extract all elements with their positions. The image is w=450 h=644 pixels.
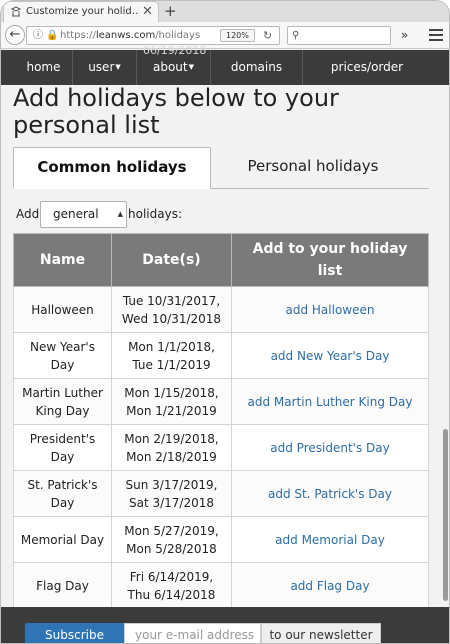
holiday-dates-cell: Mon 1/1/2018, Tue 1/1/2019 bbox=[111, 332, 232, 379]
page-scrollbar[interactable] bbox=[441, 85, 449, 607]
holiday-name-cell: Martin Luther King Day bbox=[13, 378, 112, 425]
holiday-dates-cell: Mon 1/15/2018, Mon 1/21/2019 bbox=[111, 378, 232, 425]
add-label: Add bbox=[16, 207, 40, 221]
holidays-table: Name Date(s) Add to your holiday list Ha… bbox=[13, 233, 429, 607]
holiday-date: Mon 1/15/2018, bbox=[124, 385, 219, 400]
holiday-name-cell: Memorial Day bbox=[13, 516, 112, 563]
page-title: Add holidays below to your personal list bbox=[13, 85, 339, 139]
nav-home-label: home bbox=[26, 60, 61, 74]
nav-home[interactable]: home bbox=[15, 50, 73, 85]
column-header-add: Add to your holiday list bbox=[231, 233, 429, 287]
holiday-name-cell: St. Patrick's Day bbox=[13, 470, 112, 517]
overflow-chevron-icon[interactable]: » bbox=[401, 26, 408, 44]
holiday-date: Wed 10/31/2018 bbox=[121, 311, 222, 326]
holiday-name-cell: Halloween bbox=[13, 286, 112, 333]
navigation-toolbar: ← ⓘ 🔒 https://leanws.com/holidays 120% ↻… bbox=[1, 22, 449, 49]
tab-personal-holidays[interactable]: Personal holidays bbox=[213, 147, 413, 189]
holiday-name-cell: Flag Day bbox=[13, 562, 112, 607]
browser-window: Customize your holid… ✕ + ← ⓘ 🔒 https://… bbox=[0, 0, 450, 644]
reload-icon[interactable]: ↻ bbox=[263, 27, 272, 44]
holiday-date: Mon 2/19/2018, bbox=[124, 431, 219, 446]
add-holiday-link[interactable]: add Martin Luther King Day bbox=[231, 378, 429, 425]
nav-user-label: user bbox=[88, 60, 115, 74]
new-tab-icon[interactable]: + bbox=[164, 1, 177, 22]
column-header-dates: Date(s) bbox=[111, 233, 232, 287]
table-row: Memorial Day Mon 5/27/2019, Mon 5/28/2018 a… bbox=[13, 516, 429, 563]
add-holiday-link[interactable]: add Memorial Day bbox=[231, 516, 429, 563]
nav-domains[interactable]: domains bbox=[211, 50, 303, 85]
table-row: Flag Day Fri 6/14/2019, Thu 6/14/2018 add F… bbox=[13, 562, 429, 607]
holiday-dates-cell: Tue 10/31/2017, Wed 10/31/2018 bbox=[111, 286, 232, 333]
holiday-date: Thu 6/14/2018 bbox=[127, 587, 216, 602]
caret-down-icon: ▼ bbox=[115, 63, 121, 71]
add-holiday-link[interactable]: add President's Day bbox=[231, 424, 429, 471]
hamburger-menu-icon[interactable] bbox=[429, 26, 443, 44]
close-tab-icon[interactable]: ✕ bbox=[142, 2, 153, 22]
holidays-label: holidays: bbox=[128, 207, 182, 221]
address-bar[interactable]: ⓘ 🔒 https://leanws.com/holidays 120% ↻ bbox=[26, 26, 280, 45]
nav-prices-label: prices/order bbox=[330, 60, 404, 74]
holiday-name-cell: President's Day bbox=[13, 424, 112, 471]
add-holiday-link[interactable]: add St. Patrick's Day bbox=[231, 470, 429, 517]
holiday-date: Mon 1/1/2018, bbox=[128, 339, 215, 354]
column-header-name: Name bbox=[13, 233, 112, 287]
holiday-tabs: Common holidays Personal holidays bbox=[13, 147, 429, 189]
nav-about[interactable]: about▼ bbox=[137, 50, 211, 85]
back-arrow-icon: ← bbox=[9, 27, 21, 42]
holiday-date: Tue 1/1/2019 bbox=[132, 357, 211, 372]
url-text: https://leanws.com/holidays bbox=[60, 30, 201, 41]
add-holiday-link[interactable]: add Flag Day bbox=[231, 562, 429, 607]
nav-about-label: about bbox=[152, 60, 188, 74]
nav-prices-order[interactable]: prices/order bbox=[303, 50, 431, 85]
main-content: Add holidays below to your personal list… bbox=[1, 85, 449, 607]
browser-tab[interactable]: Customize your holid… ✕ bbox=[3, 1, 159, 22]
subscribe-button[interactable]: Subscribe bbox=[25, 623, 124, 643]
info-icon[interactable]: ⓘ bbox=[33, 27, 43, 44]
holiday-dates-cell: Sun 3/17/2019, Sat 3/17/2018 bbox=[111, 470, 232, 517]
select-value: general bbox=[53, 207, 99, 221]
tab-title: Customize your holid… bbox=[26, 6, 138, 17]
holiday-date: Sat 3/17/2018 bbox=[128, 495, 215, 510]
add-holiday-link[interactable]: add New Year's Day bbox=[231, 332, 429, 379]
table-row: President's Day Mon 2/19/2018, Mon 2/18/20… bbox=[13, 424, 429, 471]
holiday-date: Mon 2/18/2019 bbox=[126, 449, 217, 464]
email-input[interactable]: your e-mail address bbox=[124, 623, 261, 643]
holiday-category-select[interactable]: general ▲▼ bbox=[40, 201, 127, 243]
add-holiday-link[interactable]: add Halloween bbox=[231, 286, 429, 333]
holiday-dates-cell: Fri 6/14/2019, Thu 6/14/2018 bbox=[111, 562, 232, 607]
newsletter-label: to our newsletter bbox=[261, 623, 381, 643]
holiday-date: Sun 3/17/2019, bbox=[125, 477, 218, 492]
scrollbar-thumb[interactable] bbox=[443, 429, 448, 601]
search-bar[interactable]: ⚲ bbox=[287, 26, 391, 45]
tab-strip: Customize your holid… ✕ + bbox=[1, 1, 449, 22]
search-icon: ⚲ bbox=[292, 30, 300, 41]
add-holidays-row: Add general ▲▼ holidays: bbox=[16, 201, 416, 243]
nav-user[interactable]: user▼ bbox=[73, 50, 137, 85]
lock-icon[interactable]: 🔒 bbox=[46, 27, 58, 44]
table-header-row: Name Date(s) Add to your holiday list bbox=[13, 233, 429, 287]
zoom-indicator[interactable]: 120% bbox=[220, 29, 255, 42]
holiday-date: Mon 5/28/2018 bbox=[126, 541, 217, 556]
holiday-date: Tue 10/31/2017, bbox=[122, 293, 221, 308]
holiday-dates-cell: Mon 5/27/2019, Mon 5/28/2018 bbox=[111, 516, 232, 563]
holiday-date: Mon 1/21/2019 bbox=[126, 403, 217, 418]
nav-domains-label: domains bbox=[230, 60, 283, 74]
back-button[interactable]: ← bbox=[5, 25, 25, 45]
holiday-date: Fri 6/14/2019, bbox=[129, 569, 214, 584]
tab-common-holidays[interactable]: Common holidays bbox=[13, 147, 211, 189]
table-row: Halloween Tue 10/31/2017, Wed 10/31/2018 ad… bbox=[13, 286, 429, 333]
holiday-name-cell: New Year's Day bbox=[13, 332, 112, 379]
site-navigation: 06/19/2018 home user▼ about▼ domains pri… bbox=[1, 44, 449, 85]
holiday-date: Mon 5/27/2019, bbox=[124, 523, 219, 538]
newsletter-footer: Subscribe your e-mail address to our new… bbox=[1, 607, 449, 643]
table-row: St. Patrick's Day Sun 3/17/2019, Sat 3/17/… bbox=[13, 470, 429, 517]
table-row: New Year's Day Mon 1/1/2018, Tue 1/1/2019 a… bbox=[13, 332, 429, 379]
holiday-dates-cell: Mon 2/19/2018, Mon 2/18/2019 bbox=[111, 424, 232, 471]
favicon-icon bbox=[10, 6, 22, 17]
table-row: Martin Luther King Day Mon 1/15/2018, Mon … bbox=[13, 378, 429, 425]
caret-down-icon: ▼ bbox=[188, 63, 194, 71]
